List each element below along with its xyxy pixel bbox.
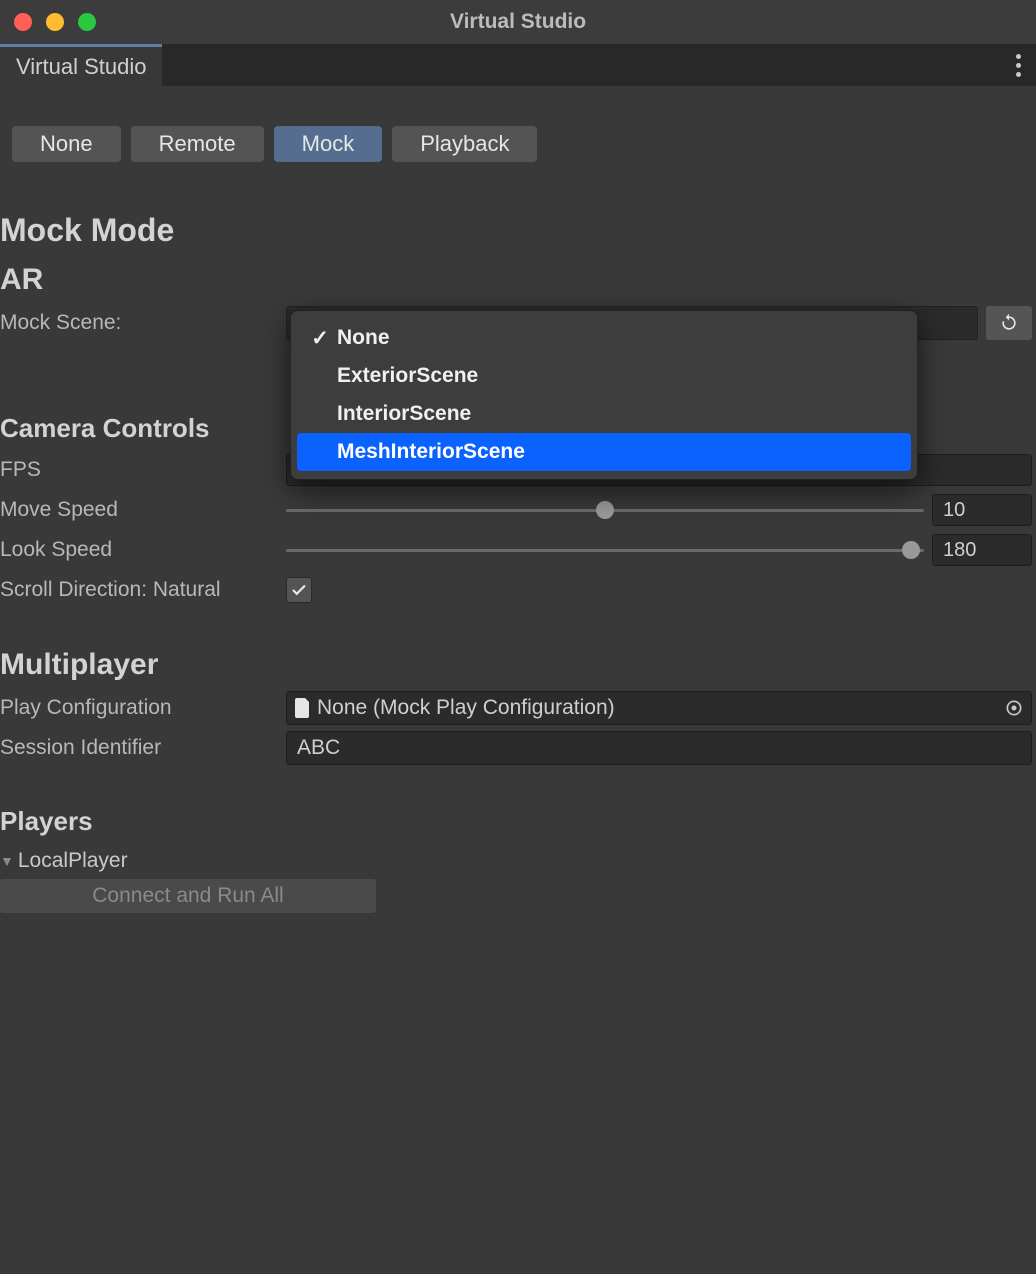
look-speed-slider[interactable] xyxy=(286,549,924,552)
mode-playback-button[interactable]: Playback xyxy=(392,126,537,162)
mode-remote-button[interactable]: Remote xyxy=(131,126,264,162)
titlebar: Virtual Studio xyxy=(0,0,1036,44)
dropdown-item-label: ExteriorScene xyxy=(337,364,478,388)
look-speed-thumb[interactable] xyxy=(902,541,920,559)
dropdown-item-label: None xyxy=(337,326,390,350)
document-icon xyxy=(295,698,311,718)
mock-scene-dropdown-popup: ✓ None ExteriorScene InteriorScene MeshI… xyxy=(290,310,918,480)
tabstrip: Virtual Studio xyxy=(0,44,1036,86)
play-config-field[interactable]: None (Mock Play Configuration) xyxy=(286,691,1032,725)
mock-scene-label: Mock Scene: xyxy=(0,311,286,335)
scroll-direction-checkbox[interactable] xyxy=(286,577,312,603)
foldout-arrow-icon: ▼ xyxy=(0,853,14,869)
connect-run-all-button[interactable]: Connect and Run All xyxy=(0,879,376,913)
mock-mode-heading: Mock Mode xyxy=(0,162,1036,249)
window-title: Virtual Studio xyxy=(0,10,1036,34)
mode-row: None Remote Mock Playback xyxy=(0,86,1036,162)
scroll-direction-label: Scroll Direction: Natural xyxy=(0,578,286,602)
look-speed-label: Look Speed xyxy=(0,538,286,562)
dropdown-item-none[interactable]: ✓ None xyxy=(297,319,911,357)
target-icon xyxy=(1004,698,1024,718)
move-speed-label: Move Speed xyxy=(0,498,286,522)
kebab-menu-icon[interactable] xyxy=(1000,44,1036,86)
dropdown-item-mesh-interior[interactable]: MeshInteriorScene xyxy=(297,433,911,471)
zoom-window-button[interactable] xyxy=(78,13,96,31)
traffic-lights xyxy=(0,13,96,31)
look-speed-value[interactable] xyxy=(932,534,1032,566)
multiplayer-heading: Multiplayer xyxy=(0,610,1036,688)
play-config-label: Play Configuration xyxy=(0,696,286,720)
refresh-icon xyxy=(999,313,1019,333)
dropdown-item-label: InteriorScene xyxy=(337,402,471,426)
move-speed-slider[interactable] xyxy=(286,509,924,512)
play-config-value: None (Mock Play Configuration) xyxy=(317,696,615,720)
move-speed-value[interactable] xyxy=(932,494,1032,526)
session-id-input[interactable] xyxy=(286,731,1032,765)
ar-heading: AR xyxy=(0,249,1036,297)
session-id-label: Session Identifier xyxy=(0,736,286,760)
minimize-window-button[interactable] xyxy=(46,13,64,31)
mode-mock-button[interactable]: Mock xyxy=(274,126,383,162)
close-window-button[interactable] xyxy=(14,13,32,31)
move-speed-thumb[interactable] xyxy=(596,501,614,519)
local-player-foldout[interactable]: ▼ LocalPlayer xyxy=(0,843,1036,873)
dropdown-item-interior[interactable]: InteriorScene xyxy=(297,395,911,433)
local-player-label: LocalPlayer xyxy=(18,849,128,873)
check-icon xyxy=(290,581,308,599)
dropdown-item-label: MeshInteriorScene xyxy=(337,440,525,464)
players-heading: Players xyxy=(0,768,1036,843)
object-picker-button[interactable] xyxy=(1003,697,1025,719)
refresh-button[interactable] xyxy=(986,306,1032,340)
mode-none-button[interactable]: None xyxy=(12,126,121,162)
tab-virtual-studio[interactable]: Virtual Studio xyxy=(0,44,162,86)
fps-label: FPS xyxy=(0,458,286,482)
dropdown-item-exterior[interactable]: ExteriorScene xyxy=(297,357,911,395)
check-icon: ✓ xyxy=(311,326,329,351)
